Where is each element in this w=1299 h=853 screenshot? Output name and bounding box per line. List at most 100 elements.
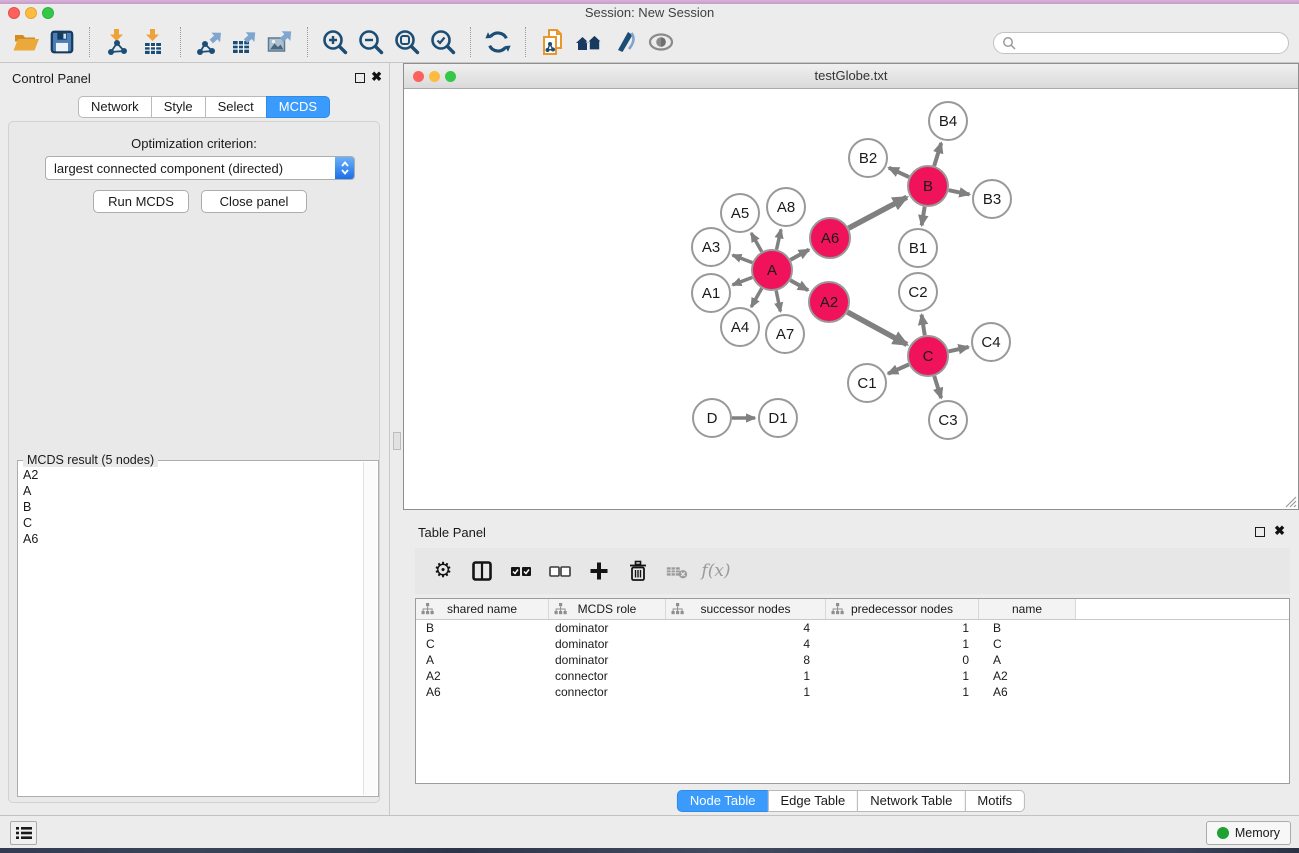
scrollbar[interactable]: [363, 462, 377, 795]
delete-column-button[interactable]: [626, 559, 650, 583]
graph-node-A1[interactable]: A1: [692, 274, 730, 312]
graph-edge-B-B2[interactable]: [889, 168, 909, 177]
run-mcds-button[interactable]: Run MCDS: [93, 190, 189, 213]
mcds-result-item[interactable]: B: [19, 499, 363, 515]
mcds-result-item[interactable]: C: [19, 515, 363, 531]
graph-node-A[interactable]: A: [752, 250, 792, 290]
table-row[interactable]: Cdominator41C: [416, 636, 1289, 652]
graph-node-A5[interactable]: A5: [721, 194, 759, 232]
table-row[interactable]: Bdominator41B: [416, 620, 1289, 636]
graph-node-B2[interactable]: B2: [849, 139, 887, 177]
import-table-button[interactable]: [135, 25, 171, 59]
graph-node-A3[interactable]: A3: [692, 228, 730, 266]
table-tab-motifs[interactable]: Motifs: [964, 790, 1025, 812]
show-graphics-details-button[interactable]: [643, 25, 679, 59]
minimize-network-button[interactable]: [429, 71, 440, 82]
table-settings-button[interactable]: ⚙: [431, 559, 455, 583]
cybrowser-home-button[interactable]: [571, 25, 607, 59]
mcds-result-item[interactable]: A2: [19, 467, 363, 483]
graph-node-D[interactable]: D: [693, 399, 731, 437]
maximize-window-button[interactable]: [42, 7, 54, 19]
control-tab-select[interactable]: Select: [205, 96, 267, 118]
graph-edge-C-C3[interactable]: [934, 376, 941, 398]
graph-edge-A-A6[interactable]: [790, 250, 809, 260]
graph-edge-A-A5[interactable]: [751, 233, 761, 252]
mcds-result-item[interactable]: A: [19, 483, 363, 499]
create-column-button[interactable]: [587, 559, 611, 583]
graph-node-C3[interactable]: C3: [929, 401, 967, 439]
graph-edge-A2-C[interactable]: [847, 312, 906, 344]
zoom-selected-button[interactable]: [425, 25, 461, 59]
graph-node-B4[interactable]: B4: [929, 102, 967, 140]
apply-layout-button[interactable]: [480, 25, 516, 59]
graph-edge-A-A2[interactable]: [790, 280, 808, 290]
zoom-in-button[interactable]: [317, 25, 353, 59]
open-session-button[interactable]: [8, 25, 44, 59]
deselect-all-columns-button[interactable]: [548, 559, 572, 583]
resize-grip-icon[interactable]: [1284, 495, 1297, 508]
graph-node-A6[interactable]: A6: [810, 218, 850, 258]
graph-edge-C-C4[interactable]: [948, 347, 968, 351]
table-tab-edge-table[interactable]: Edge Table: [767, 790, 858, 812]
graph-node-D1[interactable]: D1: [759, 399, 797, 437]
graph-edge-B-B1[interactable]: [922, 207, 925, 226]
close-window-button[interactable]: [8, 7, 20, 19]
import-network-button[interactable]: [99, 25, 135, 59]
float-panel-icon[interactable]: [1255, 527, 1265, 537]
mcds-result-list[interactable]: A2ABCA6: [19, 464, 363, 795]
graph-node-A7[interactable]: A7: [766, 315, 804, 353]
table-tab-node-table[interactable]: Node Table: [677, 790, 769, 812]
network-window-titlebar[interactable]: testGlobe.txt: [404, 64, 1298, 89]
table-row[interactable]: A6connector11A6: [416, 684, 1289, 700]
minimize-window-button[interactable]: [25, 7, 37, 19]
graph-edge-A-A8[interactable]: [777, 229, 781, 249]
float-panel-icon[interactable]: [355, 73, 365, 83]
graph-edge-C-C2[interactable]: [922, 315, 925, 336]
column-header-shared-name[interactable]: shared name: [416, 599, 549, 619]
memory-button[interactable]: Memory: [1206, 821, 1291, 845]
function-builder-button[interactable]: f(x): [704, 559, 728, 583]
splitter-handle[interactable]: [393, 432, 401, 450]
select-all-columns-button[interactable]: [509, 559, 533, 583]
mcds-result-item[interactable]: A6: [19, 531, 363, 547]
zoom-fit-button[interactable]: [389, 25, 425, 59]
export-image-button[interactable]: [262, 25, 298, 59]
graph-node-C2[interactable]: C2: [899, 273, 937, 311]
export-network-button[interactable]: [190, 25, 226, 59]
graph-edge-A-A1[interactable]: [733, 277, 753, 284]
task-history-button[interactable]: [10, 821, 37, 845]
clone-network-button[interactable]: [535, 25, 571, 59]
graph-edge-C-C1[interactable]: [888, 364, 909, 373]
hide-annotations-button[interactable]: [607, 25, 643, 59]
control-tab-network[interactable]: Network: [78, 96, 152, 118]
table-row[interactable]: Adominator80A: [416, 652, 1289, 668]
close-network-button[interactable]: [413, 71, 424, 82]
control-tab-style[interactable]: Style: [151, 96, 206, 118]
graph-edge-B-B3[interactable]: [949, 190, 970, 194]
graph-node-C1[interactable]: C1: [848, 364, 886, 402]
table-row[interactable]: A2connector11A2: [416, 668, 1289, 684]
column-header-predecessor-nodes[interactable]: predecessor nodes: [826, 599, 979, 619]
graph-node-B1[interactable]: B1: [899, 229, 937, 267]
close-panel-icon[interactable]: ✖: [371, 70, 382, 84]
graph-node-C4[interactable]: C4: [972, 323, 1010, 361]
control-tab-mcds[interactable]: MCDS: [266, 96, 330, 118]
column-header-MCDS-role[interactable]: MCDS role: [549, 599, 666, 619]
graph-node-A2[interactable]: A2: [809, 282, 849, 322]
network-canvas[interactable]: AA1A2A3A4A5A6A7A8BB1B2B3B4CC1C2C3C4DD1: [404, 89, 1298, 509]
column-header-successor-nodes[interactable]: successor nodes: [666, 599, 826, 619]
graph-node-B[interactable]: B: [908, 166, 948, 206]
graph-node-A8[interactable]: A8: [767, 188, 805, 226]
column-header-name[interactable]: name: [979, 599, 1076, 619]
graph-node-A4[interactable]: A4: [721, 308, 759, 346]
graph-edge-A6-B[interactable]: [849, 197, 907, 228]
graph-node-C[interactable]: C: [908, 336, 948, 376]
search-input[interactable]: [1016, 36, 1280, 50]
export-table-button[interactable]: [226, 25, 262, 59]
maximize-network-button[interactable]: [445, 71, 456, 82]
table-tab-network-table[interactable]: Network Table: [857, 790, 965, 812]
graph-edge-A-A3[interactable]: [733, 255, 753, 262]
graph-edge-B-B4[interactable]: [934, 143, 941, 166]
graph-edge-A-A7[interactable]: [776, 291, 780, 312]
save-session-button[interactable]: [44, 25, 80, 59]
